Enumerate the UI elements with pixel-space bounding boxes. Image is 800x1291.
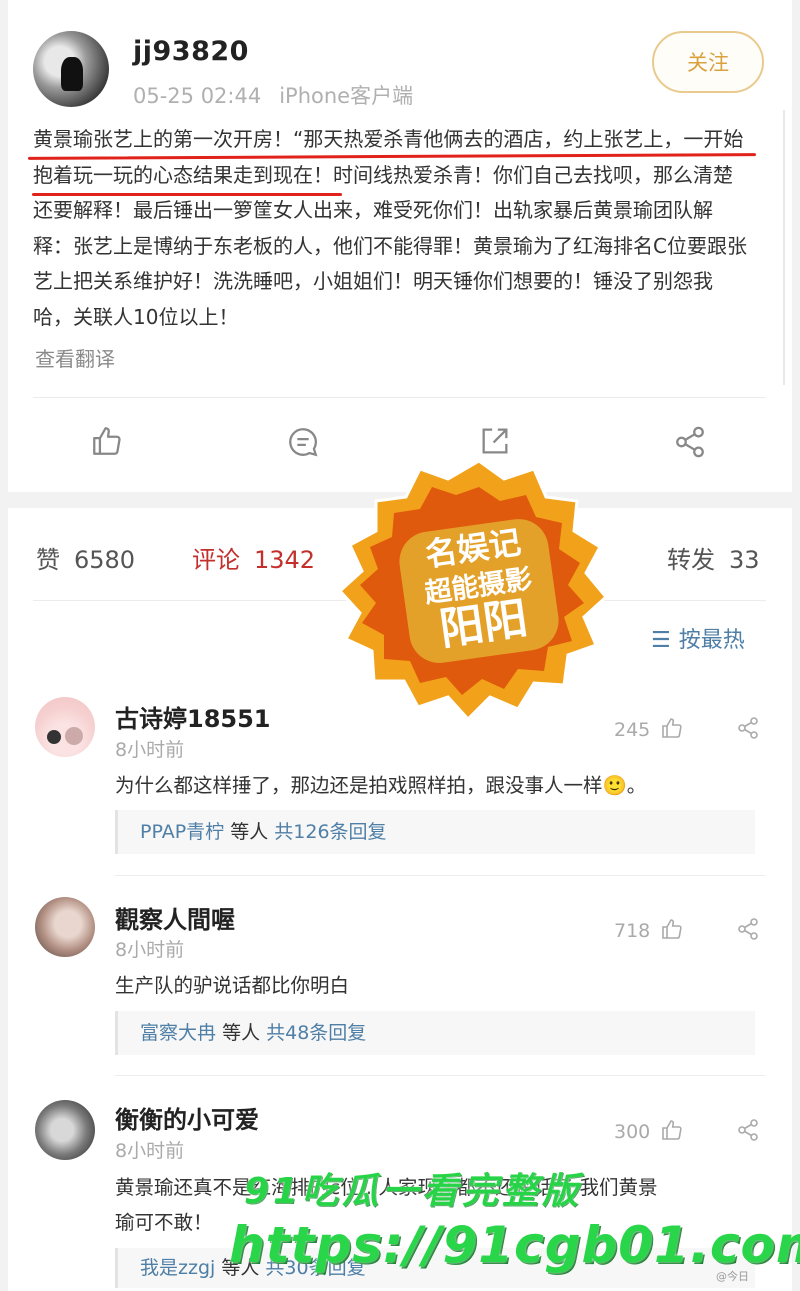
thumbs-up-icon[interactable] bbox=[90, 424, 124, 458]
reposts-label: 转发 bbox=[667, 546, 715, 574]
divider bbox=[115, 875, 765, 876]
repost-icon[interactable] bbox=[478, 424, 512, 458]
post-line: 释：张艺上是博纳于东老板的人，他们不能得罪！黄景瑜为了红海排名C位要跟张 bbox=[33, 233, 747, 258]
commenter-avatar[interactable] bbox=[35, 1100, 95, 1160]
comment-like-count: 300 bbox=[614, 1121, 651, 1143]
comment-time: 8小时前 bbox=[115, 939, 185, 961]
reply-summary[interactable]: PPAP青柠 等人 共126条回复 bbox=[115, 810, 755, 854]
reposts-count: 33 bbox=[729, 546, 760, 574]
reply-author[interactable]: 富察大冉 bbox=[140, 1022, 216, 1044]
scrollbar bbox=[781, 110, 785, 385]
post-line: 还要解释！最后锤出一箩筐女人出来，难受死你们！出轨家暴后黄景瑜团队解 bbox=[33, 198, 713, 223]
share-icon[interactable] bbox=[673, 425, 707, 459]
reply-mid: 等人 bbox=[222, 1022, 261, 1044]
reply-mid: 等人 bbox=[230, 821, 269, 843]
reply-author[interactable]: 我是zzgj bbox=[140, 1257, 215, 1279]
comment-time: 8小时前 bbox=[115, 739, 185, 761]
commenter-name[interactable]: 古诗婷18551 bbox=[115, 699, 271, 734]
share-icon[interactable] bbox=[736, 1118, 760, 1142]
comment-time: 8小时前 bbox=[115, 1140, 185, 1162]
comment-like[interactable]: 718 bbox=[614, 917, 684, 942]
corner-watermark: @今日 bbox=[716, 1270, 749, 1283]
comment-text: 为什么都这样捶了，那边还是拍戏照样拍，跟没事人一样🙂。 bbox=[115, 774, 647, 797]
likes-label: 赞 bbox=[36, 546, 60, 574]
comment-like[interactable]: 300 bbox=[614, 1118, 684, 1143]
commenter-avatar[interactable] bbox=[35, 697, 95, 757]
watermark-url: https://91cgb01.com bbox=[229, 1216, 800, 1274]
thumbs-up-icon bbox=[662, 1120, 682, 1140]
translate-link[interactable]: 查看翻译 bbox=[35, 343, 115, 372]
tab-reposts[interactable]: 转发 33 bbox=[667, 540, 760, 575]
divider bbox=[33, 397, 766, 398]
commenter-name[interactable]: 衡衡的小可爱 bbox=[115, 1100, 259, 1135]
tab-likes[interactable]: 赞 6580 bbox=[36, 540, 135, 575]
post-line: 艺上把关系维护好！洗洗睡吧，小姐姐们！明天锤你们想要的！锤没了别怨我 bbox=[33, 269, 713, 294]
author-username[interactable]: jj93820 bbox=[133, 36, 249, 67]
red-underline bbox=[32, 193, 342, 196]
comment-like[interactable]: 245 bbox=[614, 716, 684, 741]
comment-icon[interactable] bbox=[286, 425, 320, 459]
comments-count: 1342 bbox=[254, 546, 316, 574]
comments-label: 评论 bbox=[192, 546, 240, 574]
reply-total[interactable]: 共48条回复 bbox=[266, 1022, 366, 1044]
post-meta: 05-25 02:44 iPhone客户端 bbox=[133, 80, 413, 110]
sort-button[interactable]: ☰ 按最热 bbox=[651, 622, 745, 654]
commenter-avatar[interactable] bbox=[35, 897, 95, 957]
post-line: 黄景瑜张艺上的第一次开房！“那天热爱杀青他俩去的酒店，约上张艺上，一开始 bbox=[33, 127, 744, 151]
sort-label: 按最热 bbox=[678, 628, 745, 653]
likes-count: 6580 bbox=[74, 546, 136, 574]
tab-comments[interactable]: 评论 1342 bbox=[192, 540, 315, 575]
comment-text: 瑜可不敢！ bbox=[115, 1211, 213, 1234]
watermark-line1: 91吃瓜一看完整版 bbox=[244, 1171, 583, 1212]
share-icon[interactable] bbox=[736, 917, 760, 941]
follow-button[interactable]: 关注 bbox=[652, 31, 764, 93]
commenter-name[interactable]: 觀察人間喔 bbox=[115, 900, 235, 935]
thumbs-up-icon bbox=[662, 919, 682, 939]
reply-total[interactable]: 共126条回复 bbox=[274, 821, 386, 843]
thumbs-up-icon bbox=[662, 718, 682, 738]
share-icon[interactable] bbox=[736, 716, 760, 740]
post-line: 抱着玩一玩的心态结果走到现在！时间线热爱杀青！你们自己去找呗，那么清楚 bbox=[33, 162, 733, 187]
post-date: 05-25 02:44 bbox=[133, 84, 262, 108]
sort-icon: ☰ bbox=[651, 628, 671, 653]
author-avatar[interactable] bbox=[33, 31, 109, 107]
post-line: 哈，关联人10位以上！ bbox=[33, 304, 239, 329]
comment-text: 生产队的驴说话都比你明白 bbox=[115, 974, 350, 997]
comment-like-count: 718 bbox=[614, 920, 651, 942]
stamp-badge: 名娱记 超能摄影 阳阳 bbox=[337, 459, 609, 722]
divider bbox=[115, 1075, 765, 1076]
post-client: iPhone客户端 bbox=[279, 84, 414, 108]
reply-author[interactable]: PPAP青柠 bbox=[140, 821, 224, 843]
reply-summary[interactable]: 富察大冉 等人 共48条回复 bbox=[115, 1011, 755, 1055]
